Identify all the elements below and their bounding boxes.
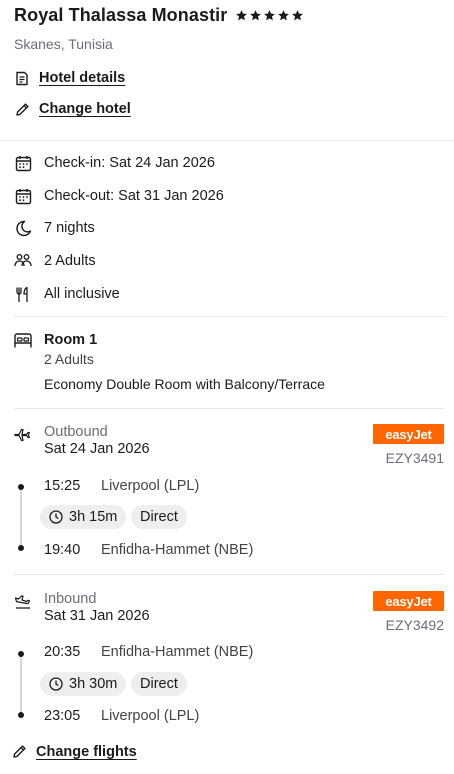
moon-icon <box>14 219 32 237</box>
outbound-flight-number: EZY3491 <box>385 450 444 466</box>
timeline-line <box>20 657 22 713</box>
stops-text: Direct <box>140 509 178 525</box>
timeline-dot <box>18 712 24 718</box>
outbound-label: Outbound <box>44 424 108 440</box>
stops-chip: Direct <box>131 505 187 529</box>
clock-icon <box>49 510 63 524</box>
board-text: All inclusive <box>44 286 120 302</box>
airline-logo: easyJet <box>373 424 444 444</box>
change-hotel-link[interactable]: Change hotel <box>39 101 131 117</box>
change-hotel-link-row[interactable]: Change hotel <box>14 101 131 117</box>
star-icon <box>250 9 262 20</box>
check-out-text: Check-out: Sat 31 Jan 2026 <box>44 188 224 204</box>
plane-takeoff-icon <box>14 426 32 444</box>
pencil-icon <box>14 101 30 117</box>
hotel-details-link-row[interactable]: Hotel details <box>14 70 125 86</box>
timeline-dot <box>18 484 24 490</box>
hotel-location: Skanes, Tunisia <box>14 36 113 52</box>
outbound-date: Sat 24 Jan 2026 <box>44 441 150 457</box>
timeline-dot <box>18 545 24 551</box>
inbound-flight-number: EZY3492 <box>385 617 444 633</box>
outbound-flight: Outbound Sat 24 Jan 2026 easyJet EZY3491… <box>14 424 444 564</box>
change-flights-link[interactable]: Change flights <box>36 744 137 760</box>
hotel-name: Royal Thalassa Monastir <box>14 4 228 25</box>
star-icon <box>264 9 276 20</box>
nights-row: 7 nights <box>14 218 95 238</box>
departure-time: 15:25 <box>44 478 81 494</box>
arrival-time: 19:40 <box>44 542 81 558</box>
hotel-details-link[interactable]: Hotel details <box>39 70 125 86</box>
airline-logo: easyJet <box>373 591 444 611</box>
guests-row: 2 Adults <box>14 251 96 271</box>
calendar-icon <box>14 187 32 205</box>
hotel-title-row: Royal Thalassa Monastir <box>14 4 444 26</box>
check-in-row: Check-in: Sat 24 Jan 2026 <box>14 153 215 173</box>
pencil-icon <box>12 744 28 760</box>
plane-landing-icon <box>14 593 32 611</box>
stops-text: Direct <box>140 676 178 692</box>
star-icon <box>236 9 248 20</box>
room-adults: 2 Adults <box>44 351 94 367</box>
timeline-dot <box>18 651 24 657</box>
inbound-flight: Inbound Sat 31 Jan 2026 easyJet EZY3492 … <box>14 591 444 731</box>
star-icon <box>292 9 304 20</box>
nights-text: 7 nights <box>44 220 95 236</box>
room-type: Economy Double Room with Balcony/Terrace <box>44 376 325 392</box>
arrival-airport: Enfidha-Hammet (NBE) <box>101 542 254 558</box>
room-title: Room 1 <box>44 332 98 348</box>
inbound-date: Sat 31 Jan 2026 <box>44 608 150 624</box>
stops-chip: Direct <box>131 672 187 696</box>
cutlery-icon <box>14 285 32 303</box>
divider <box>14 316 444 317</box>
timeline-line <box>20 490 22 546</box>
bed-icon <box>14 332 32 348</box>
departure-time: 20:35 <box>44 644 81 660</box>
change-flights-link-row[interactable]: Change flights <box>12 744 137 760</box>
duration-text: 3h 30m <box>69 676 118 692</box>
board-row: All inclusive <box>14 284 120 304</box>
divider <box>14 408 444 409</box>
check-out-row: Check-out: Sat 31 Jan 2026 <box>14 186 224 206</box>
people-icon <box>14 252 32 270</box>
departure-airport: Enfidha-Hammet (NBE) <box>101 644 254 660</box>
document-icon <box>14 70 30 86</box>
check-in-text: Check-in: Sat 24 Jan 2026 <box>44 155 215 171</box>
hotel-header: Royal Thalassa Monastir Skanes, Tunisia <box>14 4 444 52</box>
calendar-icon <box>14 154 32 172</box>
guests-text: 2 Adults <box>44 253 96 269</box>
duration-chip: 3h 30m <box>40 672 127 696</box>
departure-airport: Liverpool (LPL) <box>101 478 200 494</box>
divider <box>0 140 454 141</box>
arrival-airport: Liverpool (LPL) <box>101 708 200 724</box>
arrival-time: 23:05 <box>44 708 81 724</box>
clock-icon <box>49 677 63 691</box>
star-icon <box>278 9 290 20</box>
duration-chip: 3h 15m <box>40 505 127 529</box>
inbound-label: Inbound <box>44 591 97 607</box>
star-rating <box>235 9 304 22</box>
duration-text: 3h 15m <box>69 509 118 525</box>
divider <box>14 574 444 575</box>
